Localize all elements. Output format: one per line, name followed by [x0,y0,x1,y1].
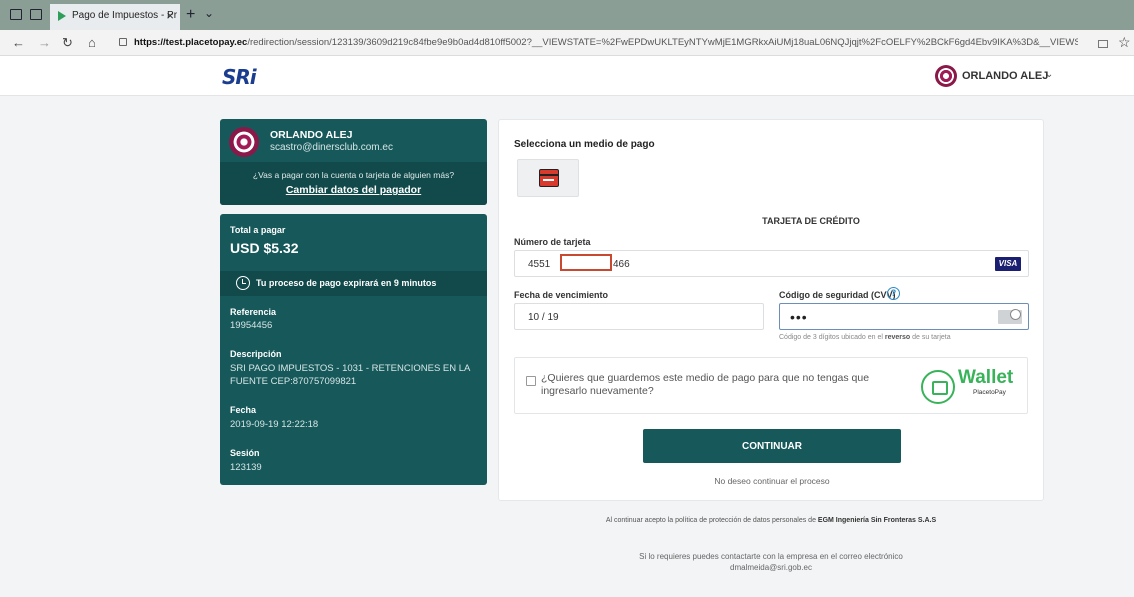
payment-method-title: Selecciona un medio de pago [514,139,655,150]
cvv-value: ••• [790,309,808,325]
credit-card-method-button[interactable] [517,159,579,197]
header-user-name[interactable]: ORLANDO ALEJ [962,70,1048,82]
tabs-aside-icon[interactable] [30,9,42,20]
clock-icon [236,276,250,290]
contact-email-link[interactable]: dmalmeida@sri.gob.ec [730,563,812,572]
total-label: Total a pagar [230,225,286,235]
expiry-input[interactable]: 10 / 19 [514,303,764,330]
change-payer-link[interactable]: Cambiar datos del pagador [286,184,421,196]
save-method-box: ¿Quieres que guardemos este medio de pag… [514,357,1028,414]
browser-tab-bar: Pago de Impuestos - Pr × + ⌄ [0,0,1134,30]
payer-panel: ORLANDO ALEJ scastro@dinersclub.com.ec ¿… [220,119,487,205]
expiry-value: 10 / 19 [528,312,559,323]
date-value: 2019-09-19 12:22:18 [230,419,319,430]
tab-close-icon[interactable]: × [166,8,174,23]
payment-summary-panel: Total a pagar USD $5.32 Tu proceso de pa… [220,214,487,485]
cvv-hint: Código de 3 dígitos ubicado en el revers… [779,334,951,341]
tab-title: Pago de Impuestos - Pr [72,10,178,21]
visa-brand-icon: VISA [995,257,1021,271]
expiration-notice: Tu proceso de pago expirará en 9 minutos [220,271,487,296]
contact-text: Si lo requieres puedes contactarte con l… [639,552,903,561]
expiry-label: Fecha de vencimiento [514,290,609,300]
wallet-logo-text: Wallet [958,367,1014,388]
payer-name: ORLANDO ALEJ [270,129,353,141]
url-host: https://test.placetopay.ec [134,37,248,48]
sri-logo[interactable]: SRi [222,65,257,89]
policy-company-link[interactable]: EGM Ingeniería Sin Fronteras S.A.S [818,517,936,524]
save-method-question[interactable]: ¿Quieres que guardemos este medio de pag… [541,372,901,398]
user-menu-chevron-icon[interactable]: ⌄ [1045,69,1053,80]
home-icon[interactable]: ⌂ [88,35,96,50]
cvv-hint-pre: Código de 3 dígitos ubicado en el [779,334,885,341]
session-value: 123139 [230,462,262,473]
tab-actions-icon[interactable] [10,9,22,20]
wallet-icon [921,370,955,404]
payer-change-section: ¿Vas a pagar con la cuenta o tarjeta de … [220,162,487,205]
favorite-star-icon[interactable]: ☆ [1118,34,1131,51]
credit-card-heading: TARJETA DE CRÉDITO [762,216,860,226]
card-number-redaction [560,254,612,271]
date-label: Fecha [230,405,257,415]
description-value-line2: FUENTE CEP:870757099821 [230,376,357,387]
refresh-icon[interactable]: ↻ [62,35,73,51]
cvv-help-icon[interactable]: ? [887,287,900,300]
url-input[interactable]: https://test.placetopay.ec/redirection/s… [116,34,1078,52]
tab-list-chevron-icon[interactable]: ⌄ [204,6,214,20]
cvv-label: Código de seguridad (CVV) [779,290,896,300]
save-method-checkbox[interactable] [526,376,536,386]
forward-icon[interactable]: → [38,35,51,50]
reading-view-icon[interactable] [1098,40,1108,48]
back-icon[interactable]: ← [12,35,25,50]
wallet-logo-sub: PlacetoPay [973,389,1006,396]
site-header: SRi ORLANDO ALEJ ⌄ [0,56,1134,96]
cvv-input[interactable]: ••• [779,303,1029,330]
payer-question: ¿Vas a pagar con la cuenta o tarjeta de … [252,170,455,180]
expiration-text: Tu proceso de pago expirará en 9 minutos [256,278,437,288]
contact-notice: Si lo requieres puedes contactarte con l… [498,551,1044,573]
continue-button[interactable]: CONTINUAR [643,429,901,463]
url-path: /redirection/session/123139/3609d219c84f… [247,37,1078,48]
reference-value: 19954456 [230,320,273,331]
total-value: USD $5.32 [230,240,299,256]
card-back-cvv-icon [998,309,1022,324]
card-number-prefix: 4551 [528,259,551,270]
reference-label: Referencia [230,307,277,317]
card-number-input[interactable]: 4551 466 VISA [514,250,1029,277]
cvv-hint-post: de su tarjeta [910,334,951,341]
payer-email: scastro@dinersclub.com.ec [270,142,393,153]
credit-card-icon [539,169,559,187]
description-value-line1: SRI PAGO IMPUESTOS - 1031 - RETENCIONES … [230,363,471,374]
card-number-suffix: 466 [613,259,630,270]
payment-form-card: Selecciona un medio de pago TARJETA DE C… [498,119,1044,501]
privacy-policy-notice: Al continuar acepto la política de prote… [498,517,1044,524]
session-label: Sesión [230,448,260,458]
user-avatar[interactable] [935,65,957,87]
browser-tab[interactable]: Pago de Impuestos - Pr × [50,4,180,30]
card-number-label: Número de tarjeta [514,237,591,247]
tab-favicon-icon [58,11,66,21]
lock-icon [119,38,127,46]
cancel-process-link[interactable]: No deseo continuar el proceso [499,476,1045,486]
new-tab-icon[interactable]: + [186,6,195,24]
cvv-hint-bold: reverso [884,334,911,341]
payer-avatar [229,127,259,157]
description-label: Descripción [230,349,282,359]
policy-text: Al continuar acepto la política de prote… [605,517,818,524]
address-bar: ← → ↻ ⌂ https://test.placetopay.ec/redir… [0,30,1134,56]
